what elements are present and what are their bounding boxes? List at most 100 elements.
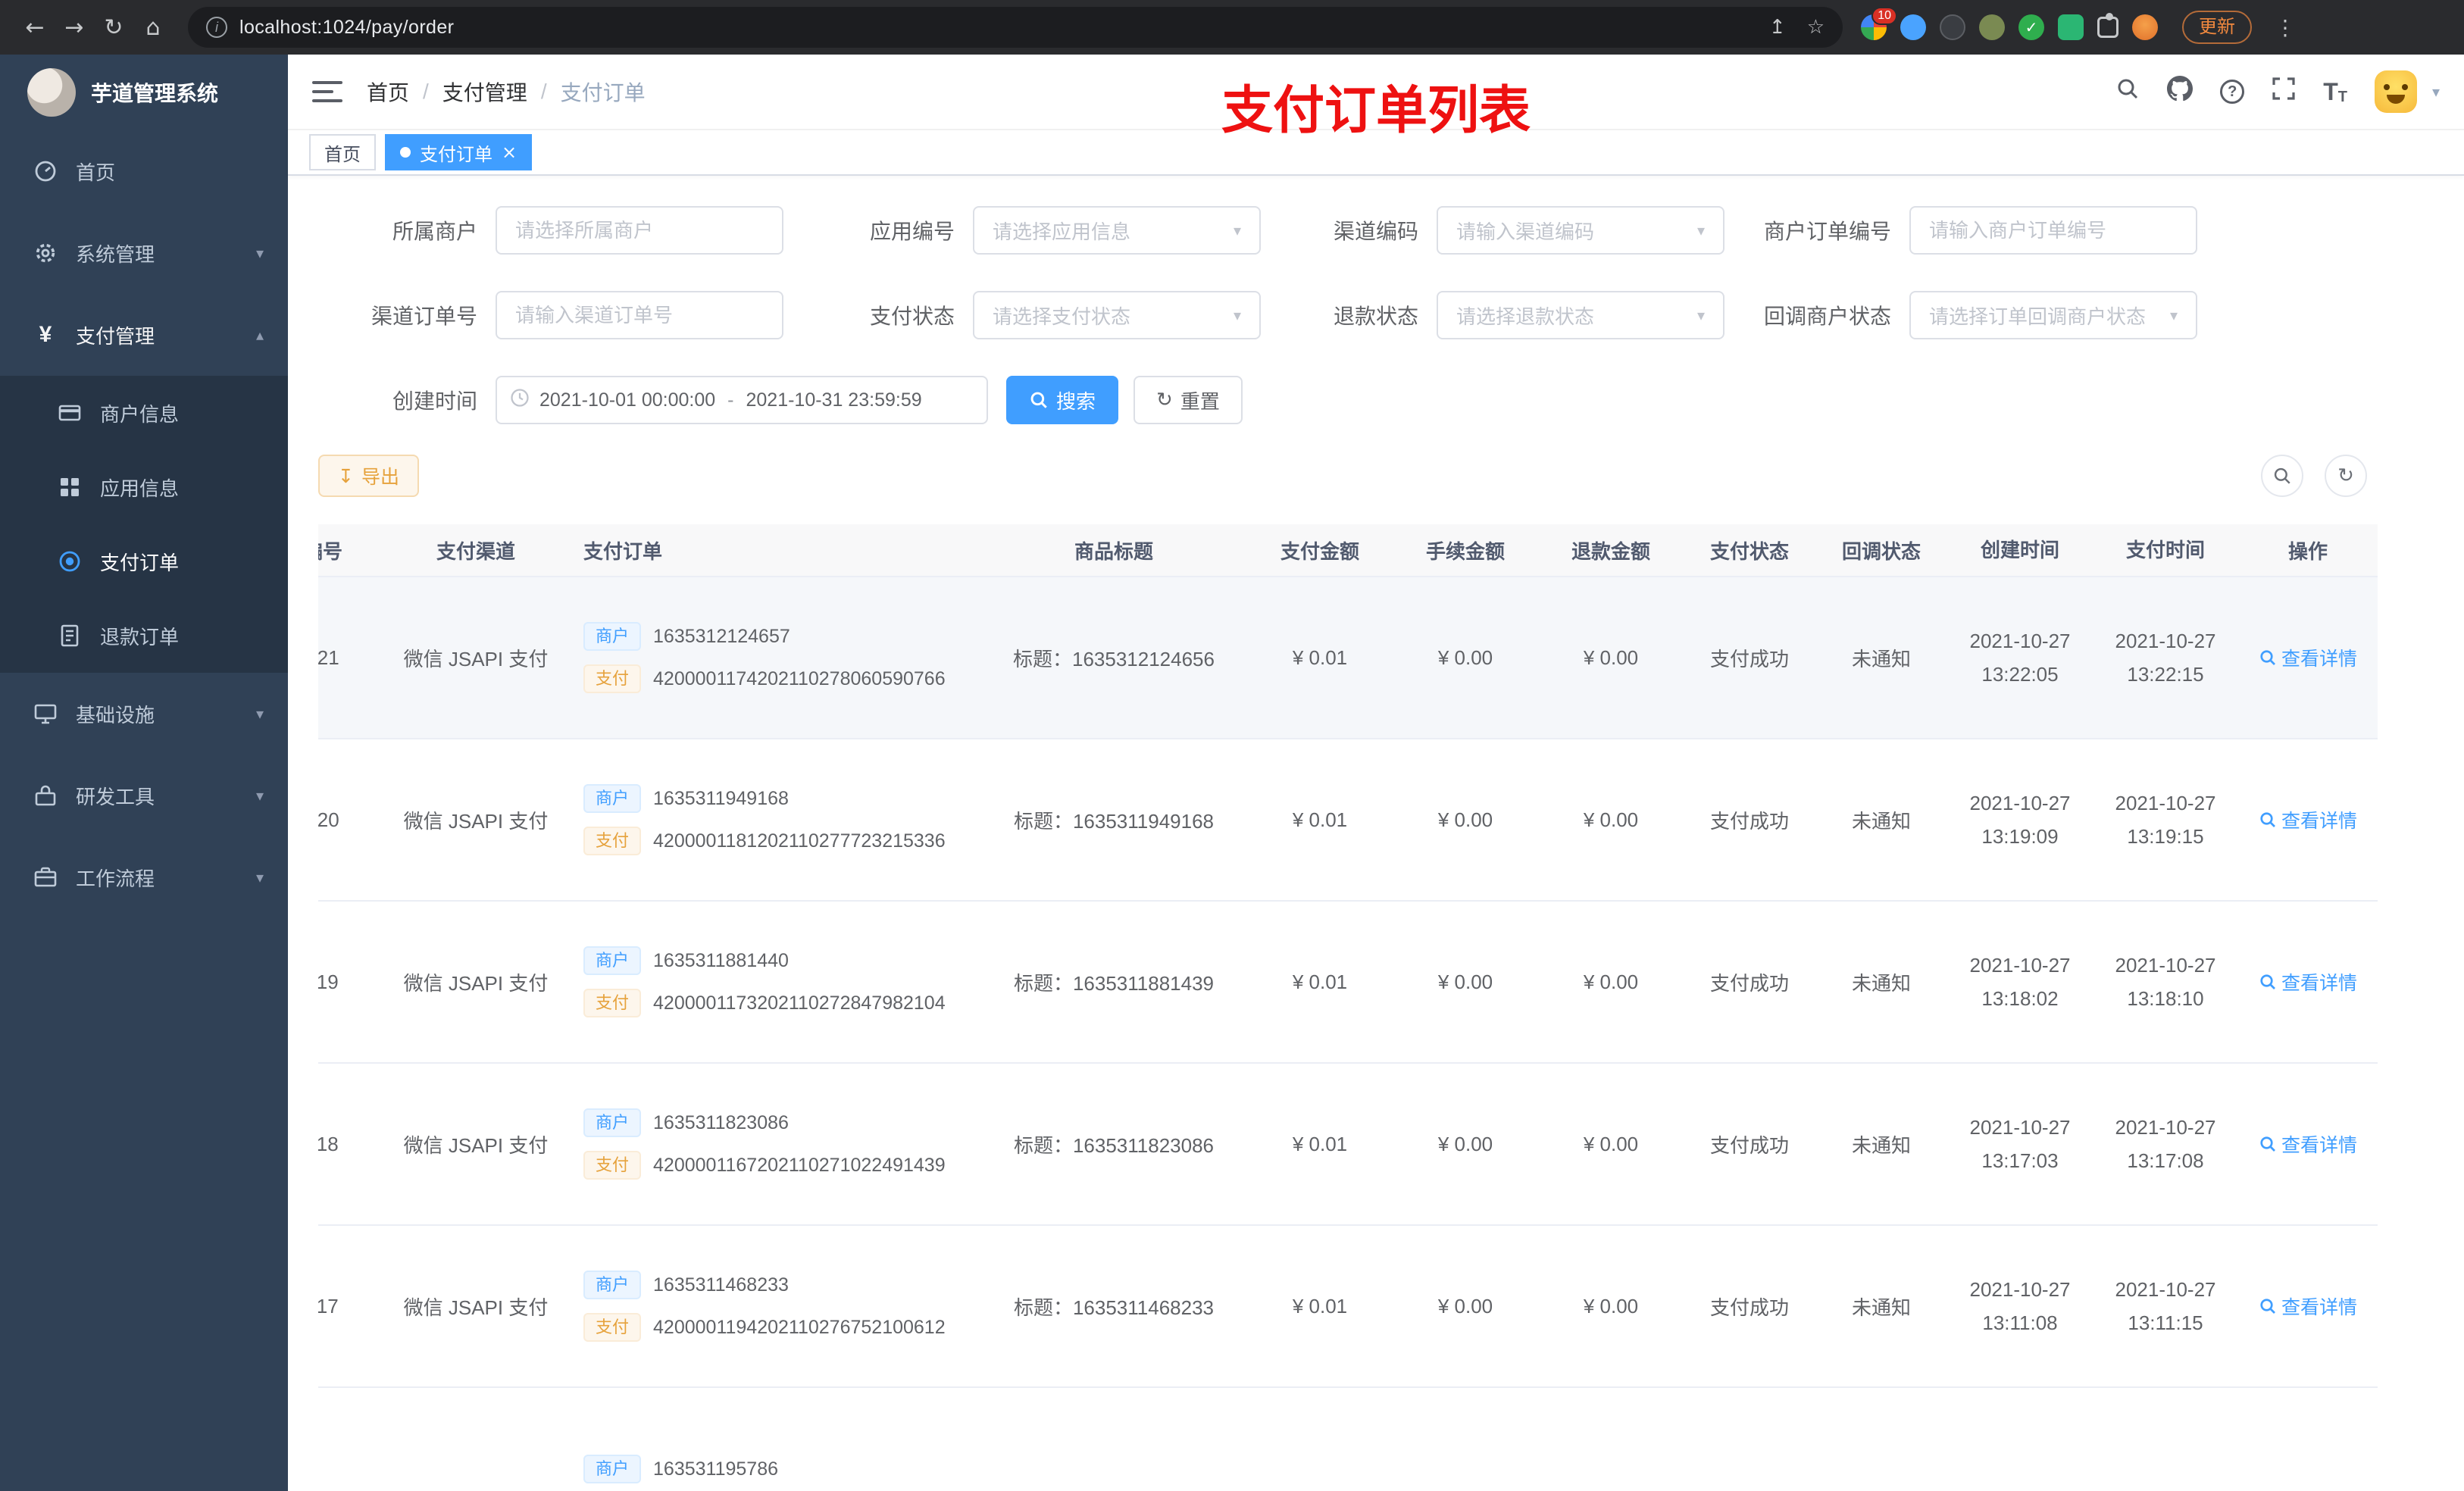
toggle-search-button[interactable] — [2261, 455, 2303, 497]
url-bar[interactable]: i localhost:1024/pay/order ↥ ☆ — [188, 7, 1843, 48]
search-icon[interactable] — [2115, 77, 2140, 107]
chevron-down-icon: ▾ — [255, 868, 264, 886]
browser-menu-icon[interactable]: ⋮ — [2275, 15, 2296, 40]
cell-order: 商户 1635312124657 支付 4200001174202110278060… — [571, 577, 980, 738]
column-header: 支付订单 — [583, 539, 663, 563]
view-detail-link[interactable]: 查看详情 — [2259, 806, 2357, 833]
sidebar-item-pay-order[interactable]: 支付订单 — [0, 524, 288, 599]
sidebar-item-home[interactable]: 首页 — [0, 130, 288, 212]
merchant-tag: 商户 — [583, 1271, 642, 1299]
breadcrumb-section[interactable]: 支付管理 — [442, 77, 527, 107]
clock-icon — [509, 387, 530, 414]
site-info-icon[interactable]: i — [206, 17, 227, 38]
close-icon[interactable]: × — [502, 143, 517, 161]
cell-amount: ¥ 0.01 — [1292, 1132, 1348, 1155]
refresh-table-button[interactable]: ↻ — [2325, 455, 2367, 497]
breadcrumb-current: 支付订单 — [560, 81, 646, 105]
view-detail-link[interactable]: 查看详情 — [2259, 1130, 2357, 1158]
refund-status-select[interactable]: 请选择退款状态 ▾ — [1437, 291, 1724, 339]
filter-label-channel-code: 渠道编码 — [1333, 220, 1418, 243]
browser-back-button[interactable]: ← — [15, 14, 55, 41]
active-tab-dot — [400, 147, 411, 158]
tab-pay-order[interactable]: 支付订单 × — [385, 134, 533, 170]
table-row: 117 微信 JSAPI 支付 商户1635311468233 支付420000… — [318, 1226, 2378, 1388]
user-avatar[interactable] — [2374, 70, 2417, 113]
pay-tag: 支付 — [583, 989, 642, 1017]
caret-down-icon[interactable]: ▾ — [2432, 83, 2440, 101]
channel-order-no-input[interactable] — [496, 291, 783, 339]
view-detail-link[interactable]: 查看详情 — [2259, 968, 2357, 996]
search-button[interactable]: 搜索 — [1006, 376, 1119, 424]
sidebar-item-system[interactable]: 系统管理 ▾ — [0, 212, 288, 294]
reset-button[interactable]: ↻ 重置 — [1134, 376, 1243, 424]
column-header: 支付时间 — [2125, 538, 2205, 561]
app-select[interactable]: 请选择应用信息 ▾ — [973, 206, 1261, 255]
column-header: 创建时间 — [1980, 538, 2059, 561]
sidebar-item-workflow[interactable]: 工作流程 ▾ — [0, 836, 288, 918]
help-icon[interactable]: ? — [2220, 80, 2245, 104]
merchant-select[interactable] — [496, 206, 783, 255]
export-button[interactable]: ↧ 导出 — [318, 455, 419, 497]
browser-forward-button[interactable]: → — [55, 14, 94, 41]
cell-created: 2021-10-27 13:17:03 — [1969, 1115, 2071, 1172]
sidebar-item-dev-tools[interactable]: 研发工具 ▾ — [0, 755, 288, 836]
chevron-down-icon: ▾ — [2169, 306, 2178, 324]
channel-code-select[interactable]: 请输入渠道编码 ▾ — [1437, 206, 1724, 255]
cell-order: 商户 1635311468233 支付 4200001194202110276752… — [571, 1226, 980, 1386]
merchant-tag: 商户 — [583, 1108, 642, 1137]
merchant-tag: 商户 — [583, 946, 642, 975]
sidebar-item-merchant-info[interactable]: 商户信息 — [0, 376, 288, 450]
sidebar-item-label: 系统管理 — [76, 242, 155, 266]
sidebar-item-app-info[interactable]: 应用信息 — [0, 450, 288, 524]
cell-id: 119 — [318, 970, 339, 993]
table-row: 121 微信 JSAPI 支付 商户1635312124657 支付420000… — [318, 577, 2378, 739]
breadcrumb: 首页 / 支付管理 / 支付订单 — [367, 77, 646, 107]
sidebar-item-refund-order[interactable]: 退款订单 — [0, 599, 288, 673]
lock-icon — [33, 783, 58, 808]
extension-icon[interactable] — [1900, 14, 1926, 40]
cell-order: 商户 1635311823086 支付 4200001167202110271022… — [571, 1064, 980, 1224]
cell-paid: 2021-10-27 13:18:10 — [2115, 953, 2216, 1010]
extension-icon[interactable]: 10 — [1861, 7, 1897, 40]
cell-amount: ¥ 0.01 — [1292, 645, 1348, 669]
cell-created: 2021-10-27 13:18:02 — [1969, 953, 2071, 1010]
font-size-icon[interactable]: TT — [2323, 78, 2347, 106]
browser-update-button[interactable]: 更新 — [2182, 11, 2252, 44]
share-icon[interactable]: ↥ — [1769, 16, 1786, 39]
bank-card-icon — [58, 401, 82, 425]
extension-icon[interactable] — [1940, 14, 1965, 40]
browser-reload-button[interactable]: ↻ — [94, 14, 133, 41]
filter-label-create-time: 创建时间 — [392, 389, 477, 413]
create-time-range-picker[interactable]: 2021-10-01 00:00:00 - 2021-10-31 23:59:5… — [496, 376, 988, 424]
sidebar-item-label: 支付订单 — [100, 551, 180, 574]
tab-home[interactable]: 首页 — [309, 134, 376, 170]
date-start-value: 2021-10-01 00:00:00 — [539, 389, 716, 411]
browser-profile-avatar[interactable] — [2132, 14, 2158, 40]
github-icon[interactable] — [2167, 76, 2194, 108]
view-detail-link[interactable]: 查看详情 — [2259, 1293, 2357, 1320]
refresh-icon: ↻ — [1156, 389, 1173, 411]
sidebar-toggle-icon[interactable] — [312, 80, 342, 104]
fullscreen-icon[interactable] — [2272, 77, 2296, 107]
gear-icon — [33, 241, 58, 265]
monitor-icon — [33, 702, 58, 726]
extension-icon[interactable] — [1979, 14, 2005, 40]
extension-icon[interactable] — [2058, 14, 2084, 40]
column-header: 支付渠道 — [436, 539, 515, 563]
pay-status-select[interactable]: 请选择支付状态 ▾ — [973, 291, 1261, 339]
extensions-puzzle-icon[interactable] — [2097, 13, 2118, 38]
bookmark-star-icon[interactable]: ☆ — [1807, 16, 1825, 39]
cell-fee: ¥ 0.00 — [1437, 1294, 1493, 1318]
view-detail-link[interactable]: 查看详情 — [2259, 644, 2357, 671]
browser-home-button[interactable]: ⌂ — [133, 14, 173, 41]
cell-amount: ¥ 0.01 — [1292, 1294, 1348, 1318]
tab-label: 支付订单 — [420, 144, 492, 165]
sidebar-item-infra[interactable]: 基础设施 ▾ — [0, 673, 288, 755]
notify-status-select[interactable]: 请选择订单回调商户状态 ▾ — [1909, 291, 2197, 339]
extension-icon[interactable]: ✓ — [2018, 14, 2044, 40]
breadcrumb-home[interactable]: 首页 — [367, 77, 409, 107]
sidebar-item-payment[interactable]: ¥ 支付管理 ▴ — [0, 294, 288, 376]
yen-icon: ¥ — [39, 322, 52, 347]
merchant-order-no-input[interactable] — [1909, 206, 2197, 255]
column-header: 手续金额 — [1425, 539, 1505, 563]
